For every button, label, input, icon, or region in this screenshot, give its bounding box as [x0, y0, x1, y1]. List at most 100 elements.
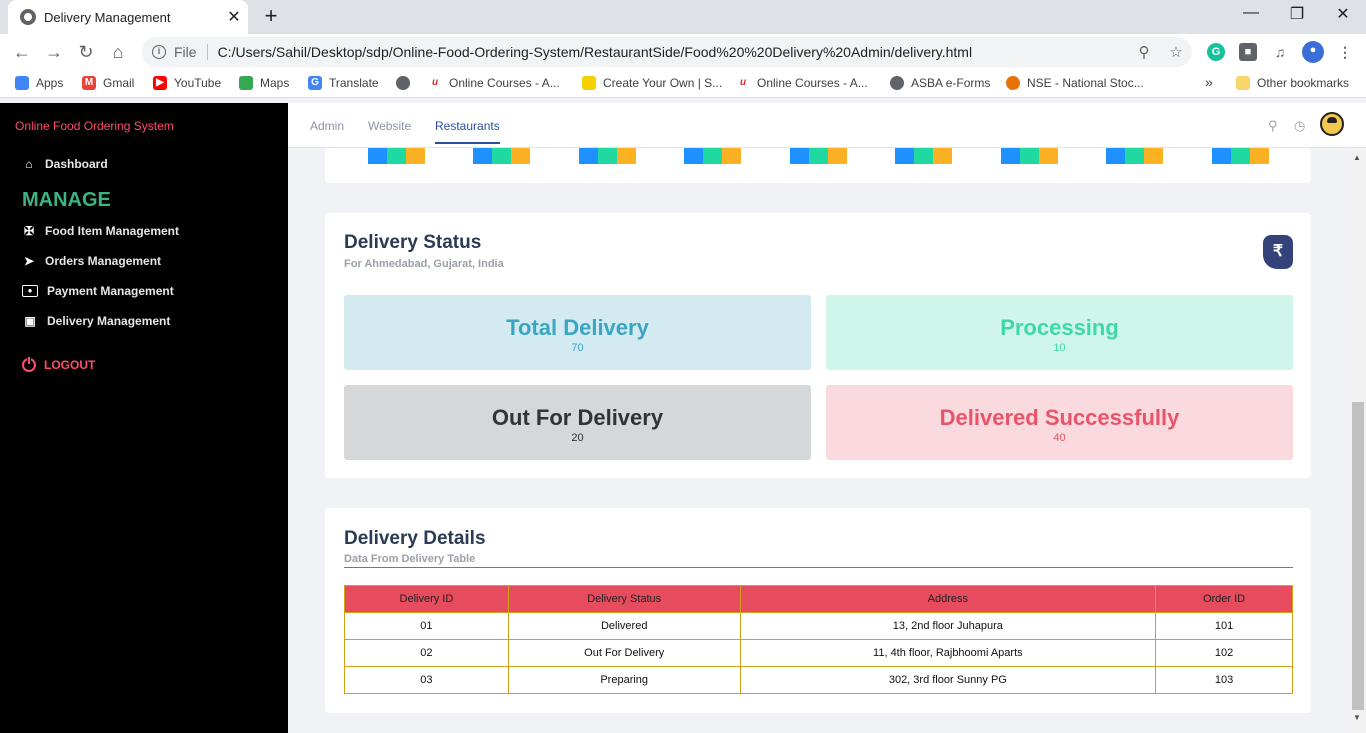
logout-button[interactable]: LOGOUT [22, 356, 95, 372]
tab-website[interactable]: Website [368, 119, 411, 133]
table-cell: 102 [1155, 639, 1293, 667]
tab-close-icon[interactable]: ✕ [220, 7, 248, 27]
globe-icon [20, 9, 36, 25]
table-row[interactable]: 01 Delivered 13, 2nd floor Juhapura 101 [344, 612, 1293, 640]
maps-icon [239, 76, 253, 90]
table-cell: 01 [344, 612, 509, 640]
delivery-details-card: Delivery Details Data From Delivery Tabl… [325, 508, 1311, 713]
sidebar-item-dashboard[interactable]: ⌂ Dashboard [22, 157, 107, 171]
minimize-icon[interactable]: — [1228, 4, 1274, 22]
stat-total-delivery[interactable]: Total Delivery 70 [344, 295, 811, 370]
restore-icon[interactable]: ❐ [1274, 4, 1320, 24]
new-tab-button[interactable]: + [258, 4, 284, 30]
forward-icon[interactable]: → [42, 40, 66, 64]
bookmark-online-courses-2[interactable]: u Online Courses - A... [736, 76, 868, 90]
bookmark-asba[interactable]: ASBA e-Forms [890, 76, 990, 90]
tab-title: Delivery Management [44, 9, 171, 25]
bookmarks-overflow-icon[interactable]: » [1205, 74, 1213, 90]
delivery-details-subtitle: Data From Delivery Table [344, 553, 476, 565]
car-icon: ▣ [24, 314, 36, 328]
bookmark-maps[interactable]: Maps [239, 76, 289, 90]
bookmark-apps[interactable]: Apps [15, 76, 63, 90]
color-squares [1212, 148, 1269, 164]
browser-toolbar: ← → ↻ ⌂ i File C:/Users/Sahil/Desktop/sd… [0, 34, 1366, 70]
extensions-icon[interactable]: ■ [1239, 43, 1257, 61]
sidebar-item-delivery-management[interactable]: ▣ Delivery Management [22, 314, 170, 328]
table-cell: Delivered [507, 612, 741, 640]
globe-icon [890, 76, 904, 90]
url-text[interactable]: C:/Users/Sahil/Desktop/sdp/Online-Food-O… [218, 44, 1128, 60]
clock-icon[interactable]: ◷ [1294, 118, 1305, 134]
color-squares [790, 148, 847, 164]
folder-icon [1236, 76, 1250, 90]
table-cell: 02 [344, 639, 509, 667]
scroll-up-icon[interactable]: ▲ [1353, 153, 1361, 162]
bookmark-other[interactable]: Other bookmarks [1236, 76, 1349, 90]
column-header[interactable]: Order ID [1155, 585, 1293, 613]
table-row[interactable]: 03 Preparing 302, 3rd floor Sunny PG 103 [344, 666, 1293, 694]
column-header[interactable]: Address [739, 585, 1157, 613]
column-header[interactable]: Delivery Status [507, 585, 741, 613]
delivery-table: Delivery ID Delivery Status Address Orde… [344, 585, 1293, 694]
youtube-icon: ▶ [153, 76, 167, 90]
bookmark-gmail[interactable]: M Gmail [82, 76, 134, 90]
stat-out-for-delivery[interactable]: Out For Delivery 20 [344, 385, 811, 460]
home-icon: ⌂ [25, 157, 33, 171]
tab-admin[interactable]: Admin [310, 119, 344, 133]
address-bar[interactable]: i File C:/Users/Sahil/Desktop/sdp/Online… [142, 37, 1192, 67]
page-scrollbar[interactable]: ▲ ▼ [1350, 148, 1366, 733]
table-header-row: Delivery ID Delivery Status Address Orde… [344, 585, 1293, 613]
sidebar-item-payment-management[interactable]: ● Payment Management [22, 284, 174, 298]
divider [344, 567, 1293, 568]
bookmark-youtube[interactable]: ▶ YouTube [153, 76, 221, 90]
rocket-icon: ➤ [23, 254, 35, 268]
sidebar-item-orders-management[interactable]: ➤ Orders Management [22, 254, 161, 268]
tab-restaurants[interactable]: Restaurants [435, 119, 500, 144]
browser-tab[interactable]: Delivery Management ✕ [8, 0, 248, 34]
stat-processing[interactable]: Processing 10 [826, 295, 1293, 370]
delivery-details-title: Delivery Details [344, 528, 486, 549]
brand-title[interactable]: Online Food Ordering System [15, 119, 174, 133]
bookmark-online-courses-1[interactable]: u Online Courses - A... [428, 76, 560, 90]
search-icon[interactable]: ⚲ [1268, 118, 1278, 134]
color-squares [368, 148, 425, 164]
rupee-icon[interactable]: ₹ [1263, 235, 1293, 269]
zoom-icon[interactable]: ⚲ [1128, 43, 1160, 61]
delivery-status-title: Delivery Status [344, 232, 482, 253]
star-icon[interactable]: ☆ [1160, 43, 1192, 61]
column-header[interactable]: Delivery ID [344, 585, 509, 613]
menu-icon[interactable]: ⋮ [1336, 43, 1354, 61]
table-cell: 11, 4th floor, Rajbhoomi Aparts [739, 639, 1157, 667]
bookmark-nse[interactable]: NSE - National Stoc... [1006, 76, 1144, 90]
scroll-down-icon[interactable]: ▼ [1353, 713, 1361, 722]
reload-icon[interactable]: ↻ [74, 40, 98, 64]
grammarly-icon[interactable]: G [1207, 43, 1225, 61]
home-icon[interactable]: ⌂ [106, 40, 130, 64]
info-icon[interactable]: i [152, 45, 166, 59]
color-squares [1106, 148, 1163, 164]
url-scheme: File [174, 44, 208, 60]
media-icon[interactable]: ♫ [1271, 43, 1289, 61]
bookmark-translate[interactable]: G Translate [308, 76, 379, 90]
back-icon[interactable]: ← [10, 40, 34, 64]
top-nav: Admin Website Restaurants ⚲ ◷ [288, 103, 1366, 148]
power-icon [22, 356, 36, 372]
bookmark-create-your-own[interactable]: Create Your Own | S... [582, 76, 722, 90]
sidebar: Online Food Ordering System ⌂ Dashboard … [0, 103, 288, 733]
bookmark-globe[interactable] [396, 76, 417, 90]
sidebar-item-food-item-management[interactable]: ✠ Food Item Management [22, 224, 179, 238]
stat-delivered-successfully[interactable]: Delivered Successfully 40 [826, 385, 1293, 460]
main-content: Delivery Status For Ahmedabad, Gujarat, … [288, 148, 1350, 733]
color-squares [1001, 148, 1058, 164]
globe-icon [396, 76, 410, 90]
table-cell: Out For Delivery [507, 639, 741, 667]
profile-icon[interactable]: ● [1302, 41, 1324, 63]
close-window-icon[interactable]: ✕ [1320, 4, 1366, 24]
snapchat-icon [582, 76, 596, 90]
translate-icon: G [308, 76, 322, 90]
table-cell: 03 [344, 666, 509, 694]
apps-icon [15, 76, 29, 90]
scrollbar-thumb[interactable] [1352, 402, 1364, 710]
avatar[interactable] [1320, 112, 1344, 136]
table-row[interactable]: 02 Out For Delivery 11, 4th floor, Rajbh… [344, 639, 1293, 667]
